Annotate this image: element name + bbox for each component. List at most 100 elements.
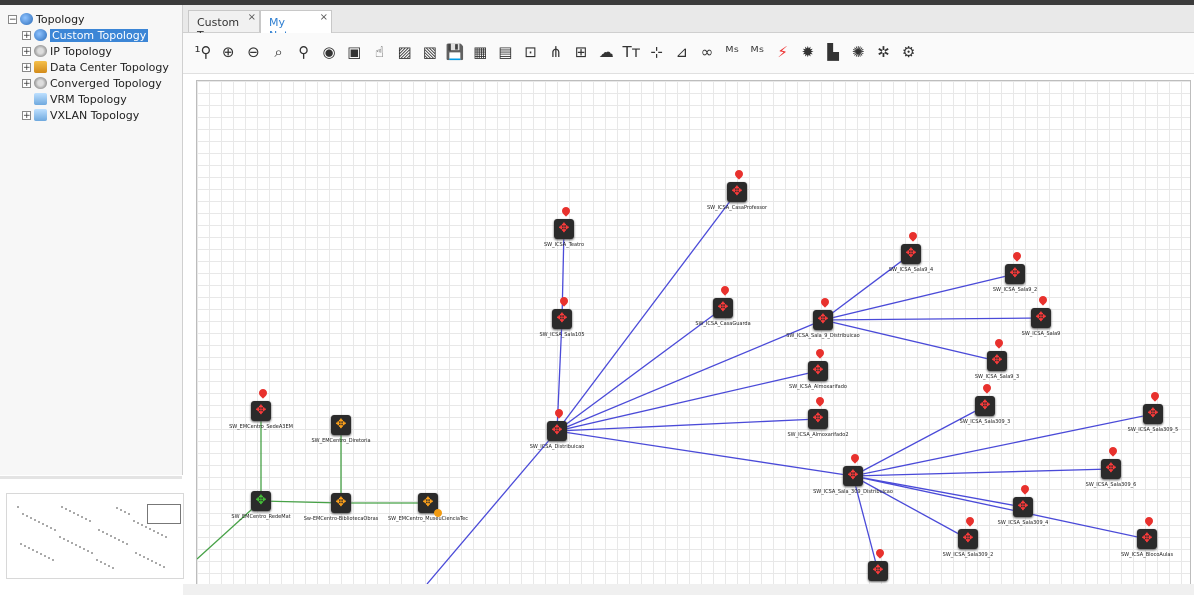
switch-node[interactable]: ✥ <box>251 401 271 421</box>
ms-config-icon[interactable]: ᴹˢ <box>747 42 767 62</box>
switch-node[interactable]: ✥ <box>813 310 833 330</box>
tree-icon[interactable]: ⋔ <box>546 42 566 62</box>
horizontal-scrollbar[interactable] <box>183 584 1194 595</box>
critical-alarm-icon[interactable] <box>553 407 565 419</box>
save-icon[interactable]: 💾 <box>445 42 465 62</box>
switch-node[interactable]: ✥ <box>554 219 574 239</box>
expand-icon[interactable]: + <box>22 78 31 88</box>
text-icon[interactable]: Tт <box>621 42 641 62</box>
config-icon[interactable]: ✲ <box>873 42 893 62</box>
switch-node[interactable]: ✥ <box>251 491 271 511</box>
ms-trace-icon[interactable]: ᴹˢ <box>722 42 742 62</box>
critical-alarm-icon[interactable] <box>814 347 826 359</box>
vlan-icon[interactable]: ▙ <box>823 42 843 62</box>
switch-node[interactable]: ✥ <box>547 421 567 441</box>
export-icon[interactable]: ▤ <box>495 42 515 62</box>
layout-icon[interactable]: ▨ <box>395 42 415 62</box>
critical-alarm-icon[interactable] <box>1143 515 1155 527</box>
critical-alarm-icon[interactable] <box>849 452 861 464</box>
critical-alarm-icon[interactable] <box>257 387 269 399</box>
zoom-reset-icon[interactable]: ¹⚲ <box>193 42 213 62</box>
tree-item-vxlan-topology[interactable]: + VXLAN Topology <box>22 107 139 123</box>
network-link[interactable] <box>556 418 819 432</box>
add-link-icon[interactable]: ⊹ <box>647 42 667 62</box>
network-link[interactable] <box>852 468 1112 477</box>
critical-alarm-icon[interactable] <box>560 205 572 217</box>
tree-item-ip-topology[interactable]: + IP Topology <box>22 43 112 59</box>
switch-node[interactable]: ✥ <box>868 561 888 581</box>
critical-alarm-icon[interactable] <box>558 295 570 307</box>
layout-disabled-icon[interactable]: ▧ <box>420 42 440 62</box>
zoom-fit-icon[interactable]: ⌕ <box>269 42 289 62</box>
expand-icon[interactable]: + <box>22 46 31 56</box>
switch-node[interactable]: ✥ <box>843 466 863 486</box>
health-icon[interactable]: ✺ <box>848 42 868 62</box>
network-link[interactable] <box>556 319 824 432</box>
critical-alarm-icon[interactable] <box>907 230 919 242</box>
remove-link-icon[interactable]: ⊿ <box>672 42 692 62</box>
topology-canvas[interactable]: ✥ SW_ICSA_CasaProfessor ✥ SW_ICSA_Teatro ✥ SW… <box>196 80 1191 585</box>
frame-icon[interactable]: ⊡ <box>521 42 541 62</box>
zoom-out-icon[interactable]: ⊖ <box>243 42 263 62</box>
panel-splitter[interactable] <box>0 476 182 479</box>
switch-node[interactable]: ✥ <box>975 396 995 416</box>
cloud-add-icon[interactable]: ☁ <box>596 42 616 62</box>
tab-custom-topology[interactable]: Custom To... × <box>188 10 260 42</box>
gears-icon[interactable]: ⚙ <box>899 42 919 62</box>
critical-alarm-icon[interactable] <box>1149 390 1161 402</box>
network-link[interactable] <box>822 317 1042 321</box>
critical-alarm-icon[interactable] <box>981 382 993 394</box>
expand-icon[interactable]: + <box>22 110 31 120</box>
tree-item-data-center-topology[interactable]: + Data Center Topology <box>22 59 169 75</box>
switch-node[interactable]: ✥ <box>1137 529 1157 549</box>
switch-node[interactable]: ✥ <box>987 351 1007 371</box>
critical-alarm-icon[interactable] <box>1011 250 1023 262</box>
lightning-icon[interactable]: ⚡ <box>773 42 793 62</box>
critical-alarm-icon[interactable] <box>874 547 886 559</box>
switch-node[interactable]: ✥ <box>901 244 921 264</box>
critical-alarm-icon[interactable] <box>964 515 976 527</box>
switch-node[interactable]: ✥ <box>1013 497 1033 517</box>
tree-item-converged-topology[interactable]: + Converged Topology <box>22 75 162 91</box>
image-icon[interactable]: ▦ <box>470 42 490 62</box>
tab-close-icon[interactable]: × <box>248 12 256 23</box>
search-icon[interactable]: ⚲ <box>294 42 314 62</box>
settings-icon[interactable]: ✹ <box>798 42 818 62</box>
tree-item-topology[interactable]: − Topology <box>8 11 85 27</box>
critical-alarm-icon[interactable] <box>1037 294 1049 306</box>
eye-icon[interactable]: ◉ <box>319 42 339 62</box>
select-icon[interactable]: ▣ <box>344 42 364 62</box>
switch-node[interactable]: ✥ <box>727 182 747 202</box>
network-link[interactable] <box>260 500 342 504</box>
network-link[interactable] <box>852 475 969 540</box>
expand-icon[interactable]: + <box>22 62 31 72</box>
critical-alarm-icon[interactable] <box>719 284 731 296</box>
overview-minimap[interactable] <box>6 493 184 579</box>
hand-icon[interactable]: ☝ <box>369 42 389 62</box>
switch-node[interactable]: ✥ <box>1005 264 1025 284</box>
switch-node[interactable]: ✥ <box>552 309 572 329</box>
switch-node[interactable]: ✥ <box>808 409 828 429</box>
critical-alarm-icon[interactable] <box>814 395 826 407</box>
switch-node[interactable]: ✥ <box>1143 404 1163 424</box>
critical-alarm-icon[interactable] <box>819 296 831 308</box>
binoculars-icon[interactable]: ∞ <box>697 42 717 62</box>
switch-node[interactable]: ✥ <box>958 529 978 549</box>
switch-node[interactable]: ✥ <box>1031 308 1051 328</box>
network-link-offscreen[interactable] <box>426 430 558 584</box>
collapse-icon[interactable]: − <box>8 14 17 24</box>
expand-icon[interactable]: + <box>22 30 31 40</box>
add-device-icon[interactable]: ⊞ <box>571 42 591 62</box>
tab-close-icon[interactable]: × <box>320 12 328 23</box>
minimap-viewport[interactable] <box>147 504 181 524</box>
tree-item-custom-topology[interactable]: + Custom Topology <box>22 27 149 43</box>
switch-node[interactable]: ✥ <box>331 415 351 435</box>
tab-my-network[interactable]: My Networ... × <box>260 10 332 42</box>
zoom-in-icon[interactable]: ⊕ <box>218 42 238 62</box>
switch-node[interactable]: ✥ <box>808 361 828 381</box>
network-link[interactable] <box>556 191 738 432</box>
network-link[interactable] <box>852 405 986 477</box>
network-link[interactable] <box>822 319 998 362</box>
critical-alarm-icon[interactable] <box>733 168 745 180</box>
tree-item-vrm-topology[interactable]: VRM Topology <box>34 91 127 107</box>
